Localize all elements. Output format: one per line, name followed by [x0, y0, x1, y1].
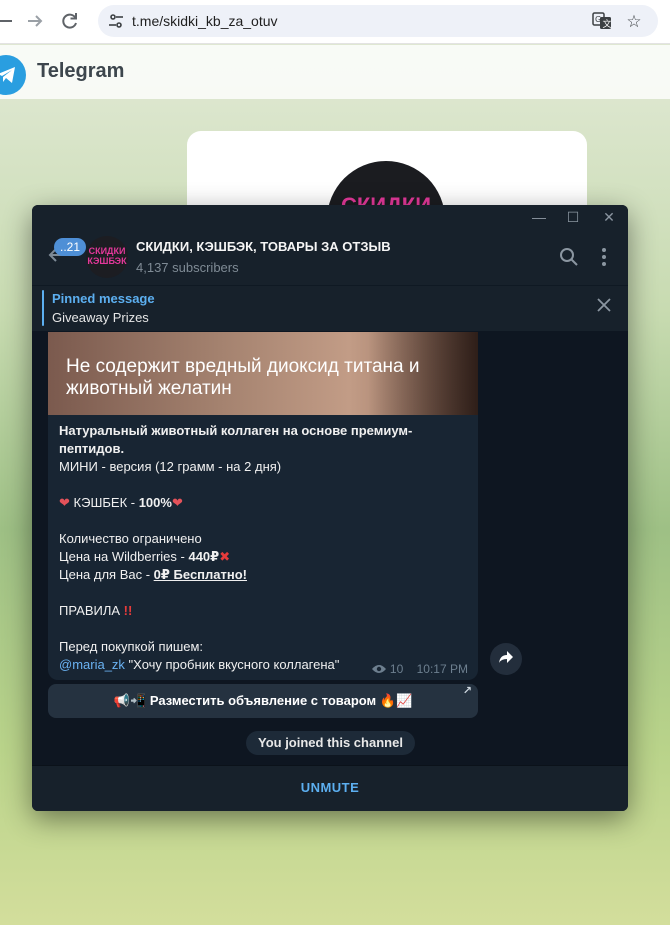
post-meta: 10 10:17 PM — [371, 662, 468, 676]
telegram-logo-icon[interactable] — [0, 55, 26, 95]
post-text: Натуральный животный коллаген на основе … — [59, 422, 469, 674]
telegram-page-header: Telegram — [0, 45, 670, 99]
inline-button-label: 📢📲 Разместить объявление с товаром 🔥📈 — [113, 693, 413, 708]
channel-avatar-text: СКИДКИ КЭШБЭК — [87, 246, 127, 266]
channel-avatar[interactable]: СКИДКИ КЭШБЭК — [86, 236, 128, 278]
channel-post[interactable]: Не содержит вредный диоксид титана и жив… — [48, 332, 478, 680]
site-settings-icon[interactable] — [108, 13, 124, 29]
before-line: Перед покупкой пишем: — [59, 639, 204, 654]
pinned-title: Pinned message — [52, 291, 155, 306]
external-link-icon: ↗ — [462, 685, 472, 697]
pinned-text: Giveaway Prizes — [52, 310, 149, 325]
double-exclamation-icon: !! — [123, 603, 133, 618]
search-icon[interactable] — [558, 246, 580, 268]
unmute-bar[interactable]: UNMUTE — [32, 765, 628, 811]
forward-share-button[interactable] — [490, 643, 522, 675]
service-message: You joined this channel — [246, 731, 415, 755]
telegram-brand[interactable]: Telegram — [37, 60, 124, 83]
mention-link[interactable]: @maria_zk — [59, 657, 125, 672]
quote-text: "Хочу пробник вкусного коллагена" — [124, 657, 340, 672]
translate-icon[interactable]: 文G — [592, 12, 612, 30]
rules-line: ПРАВИЛА !! — [59, 602, 469, 620]
inline-keyboard-button[interactable]: 📢📲 Разместить объявление с товаром 🔥📈 ↗ — [48, 684, 478, 718]
your-price-value: 0₽ Бесплатно! — [153, 567, 248, 582]
heart-icon: ❤ — [171, 495, 183, 510]
more-menu-icon[interactable] — [593, 246, 615, 268]
post-mini-version: МИНИ - версия (12 грамм - на 2 дня) — [59, 459, 282, 474]
channel-title[interactable]: СКИДКИ, КЭШБЭК, ТОВАРЫ ЗА ОТЗЫВ — [136, 239, 391, 254]
telegram-window: — ☐ ✕ ..21 СКИДКИ КЭШБЭК СКИДКИ, КЭШБЭК,… — [32, 205, 628, 811]
your-price-label: Цена для Вас - — [59, 567, 154, 582]
cashback-value: 100% — [138, 495, 172, 510]
close-pinned-icon[interactable] — [594, 297, 614, 317]
browser-toolbar: t.me/skidki_kb_za_otuv 文G ☆ — [0, 0, 670, 44]
back-arrow-icon[interactable] — [0, 10, 16, 32]
svg-text:G: G — [595, 15, 601, 24]
post-headline: Натуральный животный коллаген на основе … — [59, 423, 413, 456]
chat-header: ..21 СКИДКИ КЭШБЭК СКИДКИ, КЭШБЭК, ТОВАР… — [32, 229, 628, 285]
address-bar[interactable]: t.me/skidki_kb_za_otuv 文G ☆ — [98, 5, 658, 37]
post-time: 10:17 PM — [416, 662, 468, 676]
your-price-line: Цена для Вас - 0₽ Бесплатно! — [59, 566, 469, 584]
cashback-line: ❤ КЭШБЕК - 100%❤ — [59, 494, 469, 512]
pinned-indicator — [42, 290, 44, 326]
limited-line: Количество ограничено — [59, 531, 202, 546]
view-count: 10 — [389, 662, 404, 676]
wb-price-value: 440₽ — [188, 549, 220, 564]
views-eye-icon — [371, 665, 386, 673]
pinned-message-bar[interactable]: Pinned message Giveaway Prizes — [32, 285, 628, 331]
unmute-button[interactable]: UNMUTE — [32, 780, 628, 795]
bookmark-star-icon[interactable]: ☆ — [624, 12, 644, 31]
post-image[interactable]: Не содержит вредный диоксид титана и жив… — [48, 332, 478, 415]
close-window-icon[interactable]: ✕ — [598, 207, 620, 227]
forward-arrow-icon[interactable] — [24, 10, 46, 32]
wb-price-label: Цена на Wildberries - — [59, 549, 189, 564]
cross-mark-icon: ✖ — [219, 549, 231, 564]
maximize-icon[interactable]: ☐ — [562, 207, 584, 227]
reload-icon[interactable] — [59, 10, 81, 32]
rules-label: ПРАВИЛА — [59, 603, 121, 618]
window-titlebar: — ☐ ✕ — [32, 205, 628, 229]
cashback-label: КЭШБЕК - — [73, 495, 139, 510]
chat-history[interactable]: Не содержит вредный диоксид титана и жив… — [32, 332, 628, 765]
share-arrow-icon — [499, 651, 513, 663]
heart-icon: ❤ — [59, 495, 70, 510]
unread-badge: ..21 — [54, 238, 87, 256]
post-image-caption: Не содержит вредный диоксид титана и жив… — [66, 356, 420, 399]
subscriber-count: 4,137 subscribers — [136, 260, 239, 275]
svg-text:文: 文 — [603, 18, 612, 30]
url-text[interactable]: t.me/skidki_kb_za_otuv — [132, 13, 278, 29]
minimize-icon[interactable]: — — [528, 207, 550, 227]
wb-price-line: Цена на Wildberries - 440₽✖ — [59, 548, 469, 566]
